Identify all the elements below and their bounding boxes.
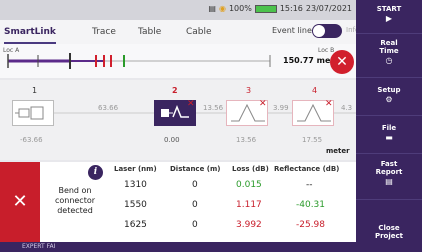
event-links — [54, 112, 356, 114]
fast-report-label-line2: Report — [375, 168, 403, 176]
row-1-distance: 0 — [192, 180, 198, 190]
close-project-label-line1: Close — [378, 224, 400, 232]
segment-4-length: 4.3 — [341, 104, 353, 112]
battery-icon — [254, 4, 277, 13]
fault-message-line1: Bend on — [58, 186, 92, 195]
real-time-button[interactable]: Real Time ◷ — [356, 34, 422, 78]
gear-icon: ⚙ — [385, 95, 393, 104]
row-3-distance: 0 — [192, 220, 198, 230]
bottom-bar: EXPERT FAI — [0, 242, 356, 252]
header-reflectance: Reflectance (dB) — [274, 165, 340, 173]
row-2-loss: 1.117 — [236, 200, 262, 210]
report-icon: ▤ — [385, 177, 393, 186]
trace-line — [7, 53, 271, 69]
start-button[interactable]: START ▶ — [356, 0, 422, 34]
row-3-laser: 1625 — [124, 220, 147, 230]
segment-3-length: 3.99 — [273, 104, 289, 112]
link-trace: Loc A Loc B 150.77 meter ✕ — [0, 44, 356, 78]
fault-message-line2: connector — [54, 196, 96, 205]
tab-cable[interactable]: Cable — [186, 20, 212, 44]
event-4-position: 17.55 — [302, 136, 323, 144]
close-trace-button[interactable]: ✕ — [330, 50, 354, 74]
battery-percent: 100% — [228, 4, 252, 13]
event-2-position: 0.00 — [164, 136, 180, 144]
real-time-label-line2: Time — [379, 47, 399, 55]
event-1-position: -63.66 — [20, 136, 43, 144]
fast-report-label-line1: Fast — [380, 160, 398, 168]
segment-1-length: 63.66 — [98, 104, 119, 112]
status-bar: ▤ ◉ 100% 15:16 23/07/2021 — [0, 0, 356, 20]
row-1-reflectance: -- — [306, 180, 313, 190]
fast-report-button[interactable]: Fast Report ▤ — [356, 154, 422, 200]
row-2-distance: 0 — [192, 200, 198, 210]
real-time-label-line1: Real — [380, 39, 398, 47]
toggle-knob — [313, 25, 325, 37]
row-1-laser: 1310 — [124, 180, 147, 190]
bottom-label: EXPERT FAI — [22, 243, 56, 250]
setup-button[interactable]: Setup ⚙ — [356, 78, 422, 116]
fault-message: Bend on connector detected — [42, 186, 108, 216]
event-3-position: 13.56 — [236, 136, 257, 144]
wifi-icon: ◉ — [218, 4, 226, 13]
start-label: START — [376, 5, 402, 13]
fault-message-line3: detected — [57, 206, 93, 215]
sidebar: START ▶ Real Time ◷ Setup ⚙ File ▬ Fast … — [356, 0, 422, 252]
info-icon[interactable]: i — [88, 165, 103, 180]
tab-trace[interactable]: Trace — [92, 20, 116, 44]
row-1-loss: 0.015 — [236, 180, 262, 190]
tab-table[interactable]: Table — [138, 20, 161, 44]
tab-smartlink[interactable]: SmartLink — [4, 20, 56, 44]
play-icon: ▶ — [385, 14, 393, 23]
distance-unit: meter — [326, 147, 350, 155]
event-line-toggle[interactable] — [312, 24, 342, 38]
row-2-laser: 1550 — [124, 200, 147, 210]
row-3-loss: 3.992 — [236, 220, 262, 230]
loc-b-label: Loc B — [318, 47, 335, 54]
clock-date: 23/07/2021 — [305, 4, 352, 13]
setup-label: Setup — [377, 86, 401, 94]
header-loss: Loss (dB) — [232, 165, 269, 173]
file-label: File — [381, 124, 397, 132]
events-strip: 1 2 3 4 ✕ ✕ ✕ 63.66 13.56 3.99 4.3 -63.6… — [0, 80, 356, 160]
storage-icon: ▤ — [208, 4, 216, 13]
segment-2-length: 13.56 — [203, 104, 224, 112]
file-button[interactable]: File ▬ — [356, 116, 422, 154]
fault-panel: ✕ i Bend on connector detected — [0, 162, 110, 242]
row-2-reflectance: -40.31 — [296, 200, 326, 210]
fault-icon: ✕ — [0, 162, 40, 242]
clock-time: 15:16 — [279, 4, 303, 13]
timer-icon: ◷ — [385, 56, 393, 65]
status-indicators: ▤ ◉ 100% 15:16 23/07/2021 — [208, 4, 352, 13]
event-line-label: Event line — [272, 26, 312, 35]
results-table: Laser (nm) Distance (m) Loss (dB) Reflec… — [110, 162, 356, 242]
header-distance: Distance (m) — [170, 165, 221, 173]
header-laser: Laser (nm) — [114, 165, 157, 173]
tab-bar: SmartLink Trace Table Cable Event line I… — [0, 20, 359, 44]
folder-icon: ▬ — [385, 133, 393, 142]
close-project-label-line2: Project — [374, 232, 404, 240]
row-3-reflectance: -25.98 — [296, 220, 326, 230]
close-project-button[interactable]: Close Project — [356, 200, 422, 252]
